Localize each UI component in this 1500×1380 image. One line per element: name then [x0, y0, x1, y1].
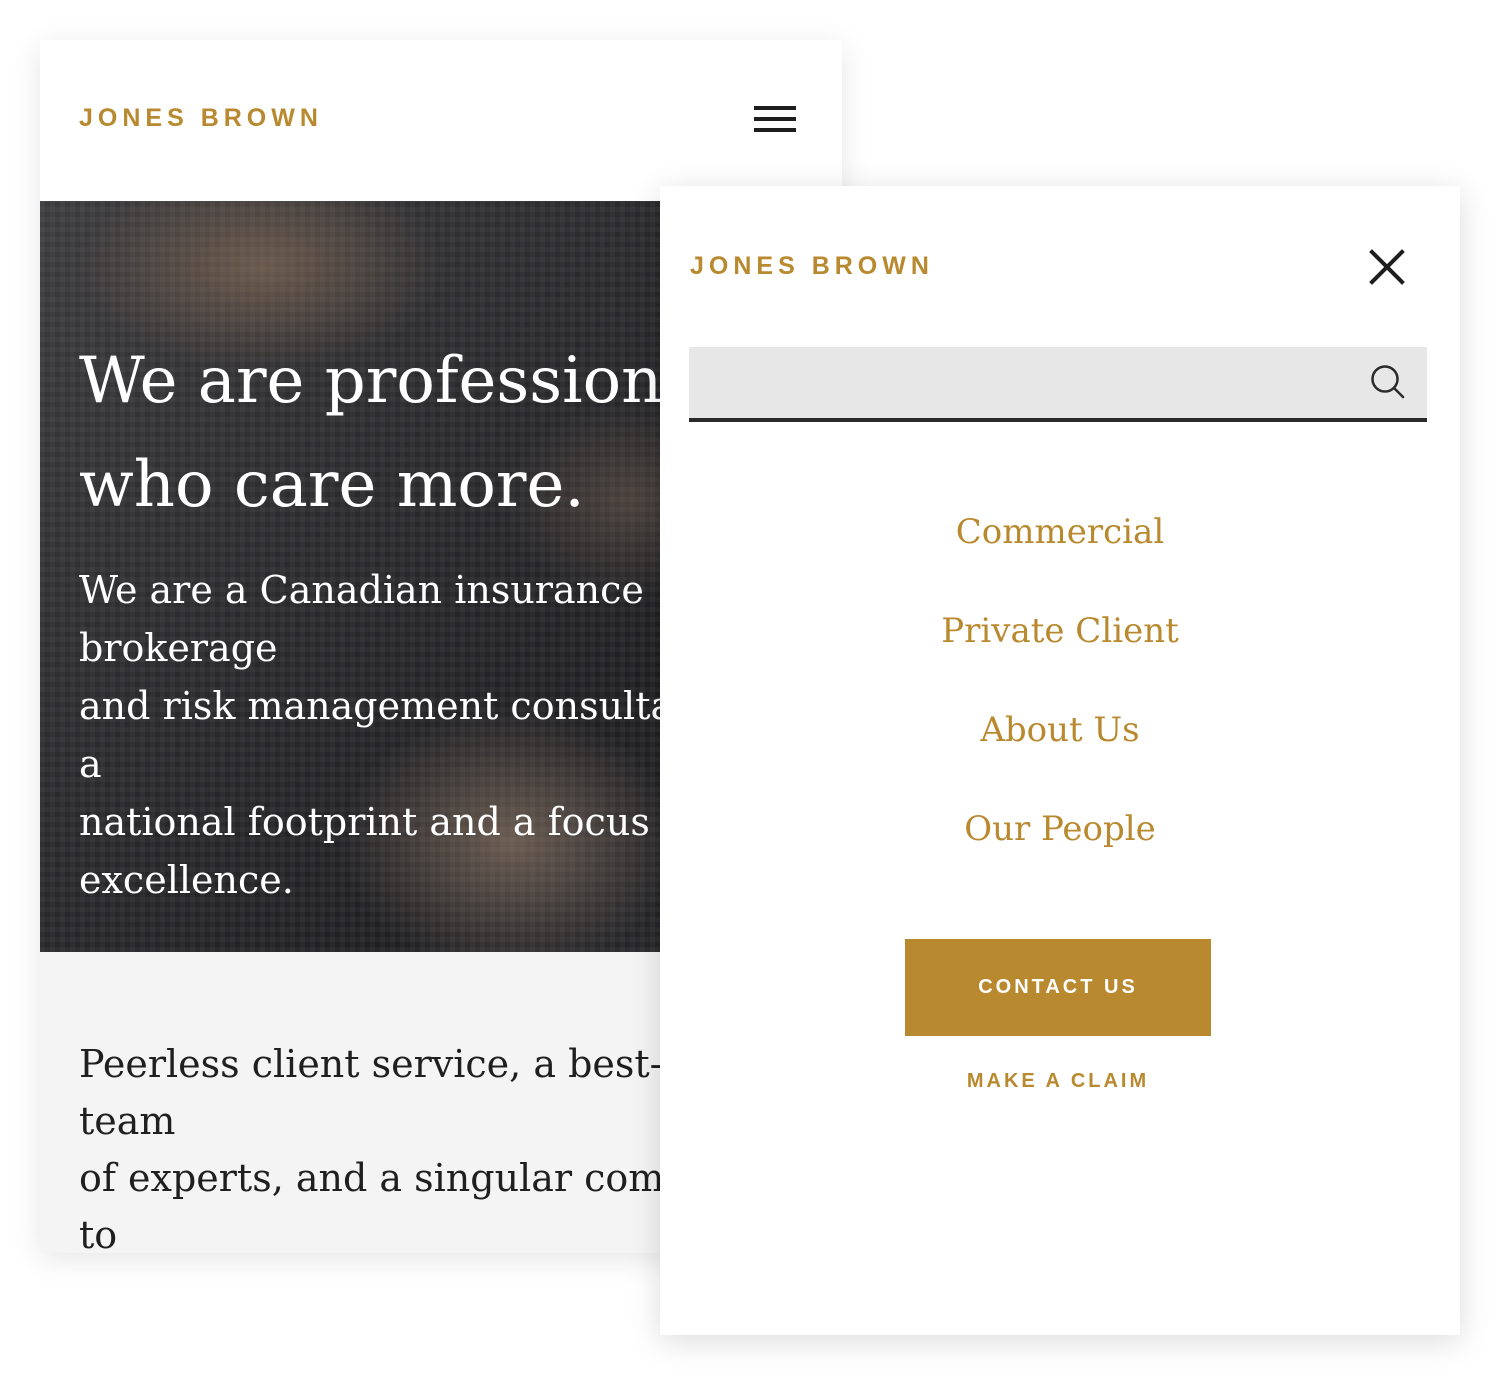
hamburger-menu-icon[interactable] — [754, 106, 798, 134]
nav-item-commercial[interactable]: Commercial — [660, 504, 1460, 603]
brand-logo[interactable]: JONES BROWN — [79, 104, 323, 133]
search-input[interactable] — [689, 347, 1349, 418]
brand-logo[interactable]: JONES BROWN — [690, 252, 934, 281]
search-icon[interactable] — [1369, 363, 1407, 401]
nav-item-private-client[interactable]: Private Client — [660, 603, 1460, 702]
contact-us-button[interactable]: CONTACT US — [905, 939, 1211, 1036]
menu-screen: JONES BROWN Commercial Private Client Ab… — [660, 186, 1460, 1335]
make-a-claim-link[interactable]: MAKE A CLAIM — [860, 1070, 1256, 1093]
nav-item-about-us[interactable]: About Us — [660, 702, 1460, 801]
search-bar — [689, 347, 1427, 422]
nav-item-our-people[interactable]: Our People — [660, 801, 1460, 900]
home-header: JONES BROWN — [40, 40, 842, 201]
close-icon[interactable] — [1366, 246, 1408, 288]
main-nav: Commercial Private Client About Us Our P… — [660, 504, 1460, 900]
